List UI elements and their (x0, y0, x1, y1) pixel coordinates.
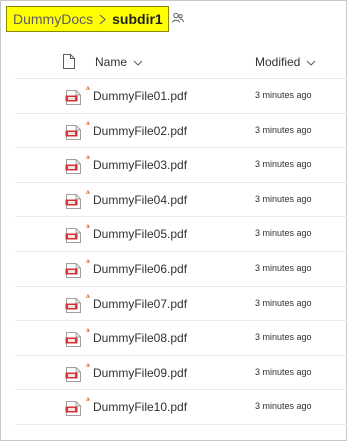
new-item-sparkle-icon (85, 224, 90, 229)
modified-column-label: Modified (255, 55, 301, 69)
pdf-icon (65, 328, 91, 353)
pdf-icon (65, 120, 91, 146)
table-row[interactable]: DummyFile05.pdf 3 minutes ago (15, 217, 347, 252)
table-row[interactable]: DummyFile03.pdf 3 minutes ago (15, 148, 347, 183)
file-modified-time: 3 minutes ago (255, 401, 312, 412)
file-name-link[interactable]: DummyFile09.pdf (93, 366, 187, 380)
table-row[interactable]: DummyFile01.pdf 3 minutes ago (15, 79, 347, 114)
table-row[interactable]: DummyFile08.pdf 3 minutes ago (15, 321, 347, 356)
breadcrumb-root-link[interactable]: DummyDocs (13, 11, 93, 27)
new-item-sparkle-icon (85, 328, 90, 333)
new-item-sparkle-icon (85, 190, 90, 194)
breadcrumb-current-folder[interactable]: subdir1 (112, 11, 163, 27)
file-name-link[interactable]: DummyFile04.pdf (93, 193, 187, 207)
table-row[interactable]: DummyFile04.pdf 3 minutes ago (15, 183, 347, 218)
file-modified-time: 3 minutes ago (255, 159, 312, 170)
pdf-icon (65, 86, 91, 111)
table-row[interactable]: DummyFile09.pdf 3 minutes ago (15, 356, 347, 391)
table-row[interactable]: DummyFile06.pdf 3 minutes ago (15, 252, 347, 287)
file-modified-time: 3 minutes ago (255, 90, 312, 100)
pdf-icon (65, 155, 91, 180)
modified-column-header[interactable]: Modified (255, 55, 316, 69)
pdf-icon (65, 259, 91, 284)
file-name-link[interactable]: DummyFile08.pdf (93, 331, 187, 345)
name-column-header[interactable]: Name (95, 55, 143, 69)
new-item-sparkle-icon (85, 86, 90, 90)
file-modified-time: 3 minutes ago (255, 228, 312, 239)
file-modified-time: 3 minutes ago (255, 297, 312, 308)
table-row[interactable]: DummyFile02.pdf 3 minutes ago (15, 114, 347, 149)
column-header-row: Name Modified (15, 47, 347, 79)
new-item-sparkle-icon (85, 259, 90, 263)
new-item-sparkle-icon (85, 397, 90, 402)
document-library-panel: DummyDocs subdir1 Name Modified DummyFil… (0, 0, 347, 441)
document-icon[interactable] (63, 54, 75, 74)
new-item-sparkle-icon (85, 293, 90, 298)
people-icon[interactable] (172, 11, 184, 29)
file-name-link[interactable]: DummyFile02.pdf (93, 124, 187, 138)
file-modified-time: 3 minutes ago (255, 262, 312, 273)
new-item-sparkle-icon (85, 363, 90, 367)
file-name-link[interactable]: DummyFile01.pdf (93, 89, 187, 103)
file-name-link[interactable]: DummyFile06.pdf (93, 262, 187, 276)
file-modified-time: 3 minutes ago (255, 193, 312, 204)
file-name-link[interactable]: DummyFile07.pdf (93, 297, 187, 311)
table-row[interactable]: DummyFile10.pdf 3 minutes ago (15, 390, 347, 425)
file-list: DummyFile01.pdf 3 minutes ago DummyFile0… (15, 79, 347, 425)
file-modified-time: 3 minutes ago (255, 366, 312, 377)
chevron-right-icon (99, 14, 106, 25)
pdf-icon (65, 190, 91, 215)
pdf-icon (65, 363, 91, 388)
table-row[interactable]: DummyFile07.pdf 3 minutes ago (15, 287, 347, 322)
pdf-icon (65, 224, 91, 249)
file-modified-time: 3 minutes ago (255, 124, 312, 135)
breadcrumb: DummyDocs subdir1 (6, 6, 169, 32)
pdf-icon (65, 293, 91, 319)
file-modified-time: 3 minutes ago (255, 332, 312, 343)
new-item-sparkle-icon (85, 155, 90, 160)
file-name-link[interactable]: DummyFile03.pdf (93, 158, 187, 172)
chevron-down-icon (133, 55, 143, 69)
name-column-label: Name (95, 55, 128, 69)
file-name-link[interactable]: DummyFile10.pdf (93, 400, 187, 414)
file-name-link[interactable]: DummyFile05.pdf (93, 227, 187, 241)
new-item-sparkle-icon (85, 120, 90, 125)
chevron-down-icon (306, 55, 316, 69)
pdf-icon (65, 397, 91, 422)
